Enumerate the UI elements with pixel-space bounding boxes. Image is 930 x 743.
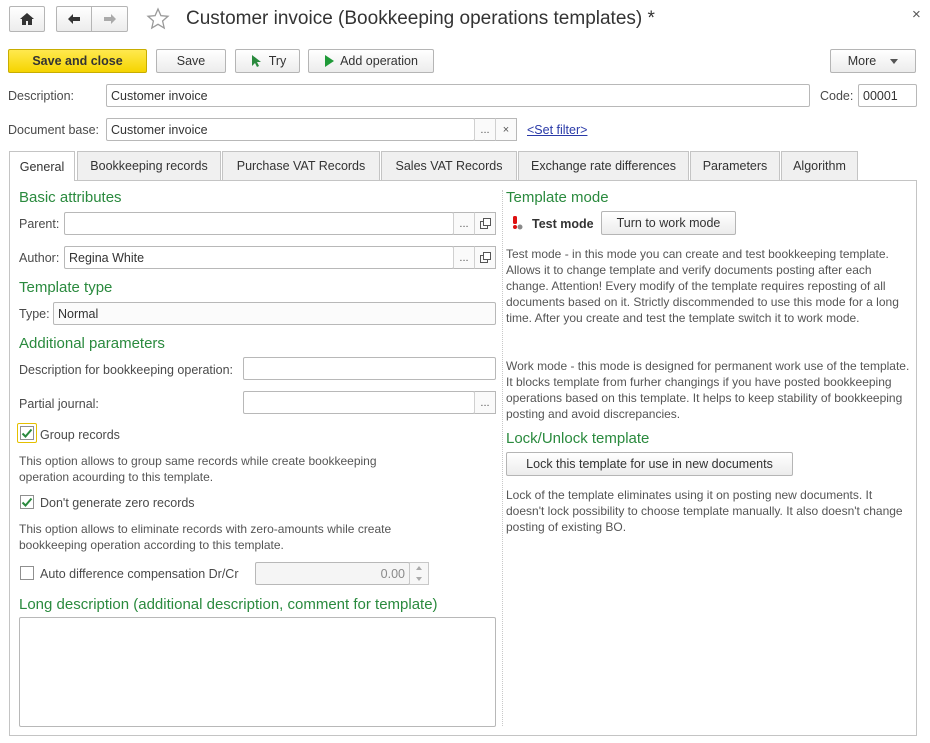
template-mode-status: Test mode bbox=[532, 217, 594, 231]
tab-bookkeeping-records[interactable]: Bookkeeping records bbox=[77, 151, 221, 180]
test-mode-note: Test mode - in this mode you can create … bbox=[506, 247, 899, 325]
parent-label: Parent: bbox=[19, 217, 60, 231]
column-divider bbox=[502, 190, 503, 726]
lock-note: Lock of the template eliminates using it… bbox=[506, 488, 903, 534]
checkmark-icon bbox=[21, 497, 33, 507]
try-run-icon bbox=[251, 55, 261, 67]
lock-template-button[interactable]: Lock this template for use in new docume… bbox=[506, 452, 793, 476]
back-button[interactable] bbox=[56, 6, 92, 32]
type-label: Type: bbox=[19, 307, 50, 321]
long-description-heading: Long description (additional description… bbox=[19, 596, 438, 613]
more-menu-button[interactable]: More bbox=[830, 49, 916, 73]
template-mode-heading: Template mode bbox=[506, 189, 609, 206]
favorite-star-icon[interactable] bbox=[146, 7, 170, 31]
document-base-clear-button[interactable]: × bbox=[495, 118, 517, 141]
play-icon bbox=[325, 55, 335, 67]
parent-open-button[interactable] bbox=[474, 212, 496, 235]
parent-select-button[interactable]: ... bbox=[453, 212, 475, 235]
document-base-label: Document base: bbox=[8, 123, 100, 137]
author-input[interactable]: Regina White bbox=[64, 246, 454, 269]
no-zero-records-checkbox[interactable] bbox=[20, 495, 34, 509]
try-label: Try bbox=[268, 54, 287, 68]
author-label: Author: bbox=[19, 251, 60, 265]
document-base-input[interactable]: Customer invoice bbox=[106, 118, 475, 141]
spin-down-icon bbox=[416, 576, 422, 581]
turn-to-work-mode-button[interactable]: Turn to work mode bbox=[601, 211, 736, 235]
close-icon[interactable]: × bbox=[912, 6, 921, 23]
add-operation-label: Add operation bbox=[340, 54, 418, 68]
description-input[interactable]: Customer invoice bbox=[106, 84, 810, 107]
long-description-textarea[interactable] bbox=[19, 617, 496, 727]
arrow-right-icon bbox=[103, 14, 116, 24]
tab-purchase-vat-records[interactable]: Purchase VAT Records bbox=[222, 151, 380, 180]
desc-for-operation-label: Description for bookkeeping operation: bbox=[19, 363, 234, 377]
code-input[interactable]: 00001 bbox=[858, 84, 917, 107]
parent-input[interactable] bbox=[64, 212, 454, 235]
tab-general[interactable]: General bbox=[9, 151, 75, 181]
tab-parameters[interactable]: Parameters bbox=[690, 151, 780, 180]
type-input[interactable]: Normal bbox=[53, 302, 496, 325]
home-icon bbox=[20, 13, 34, 25]
author-open-button[interactable] bbox=[474, 246, 496, 269]
group-records-label: Group records bbox=[40, 428, 120, 442]
tab-algorithm[interactable]: Algorithm bbox=[781, 151, 858, 180]
tab-exchange-rate-differences[interactable]: Exchange rate differences bbox=[518, 151, 689, 180]
auto-diff-amount-input[interactable]: 0.00 bbox=[255, 562, 410, 585]
description-label: Description: bbox=[8, 89, 74, 103]
no-zero-records-note: This option allows to eliminate records … bbox=[19, 522, 392, 552]
open-window-icon bbox=[479, 218, 491, 229]
group-records-checkbox[interactable] bbox=[20, 426, 34, 440]
home-button[interactable] bbox=[9, 6, 45, 32]
tab-sales-vat-records[interactable]: Sales VAT Records bbox=[381, 151, 517, 180]
save-button[interactable]: Save bbox=[156, 49, 226, 73]
checkmark-icon bbox=[21, 428, 33, 438]
desc-for-operation-input[interactable] bbox=[243, 357, 496, 380]
auto-diff-checkbox[interactable] bbox=[20, 566, 34, 580]
group-records-note: This option allows to group same records… bbox=[19, 454, 377, 484]
clear-icon: × bbox=[502, 123, 510, 136]
partial-journal-select-button[interactable]: ... bbox=[474, 391, 496, 414]
document-base-select-button[interactable]: ... bbox=[474, 118, 496, 141]
template-type-heading: Template type bbox=[19, 279, 113, 296]
try-button[interactable]: Try bbox=[235, 49, 300, 73]
save-and-close-button[interactable]: Save and close bbox=[8, 49, 147, 73]
lock-unlock-heading: Lock/Unlock template bbox=[506, 430, 650, 447]
work-mode-note: Work mode - this mode is designed for pe… bbox=[506, 359, 910, 421]
add-operation-button[interactable]: Add operation bbox=[308, 49, 434, 73]
forward-button[interactable] bbox=[91, 6, 128, 32]
partial-journal-label: Partial journal: bbox=[19, 397, 99, 411]
additional-parameters-heading: Additional parameters bbox=[19, 335, 165, 352]
caret-down-icon bbox=[890, 58, 899, 64]
more-label: More bbox=[847, 54, 877, 68]
arrow-left-icon bbox=[68, 14, 80, 24]
spin-up-icon bbox=[416, 566, 422, 571]
code-label: Code: bbox=[820, 89, 854, 103]
set-filter-link[interactable]: <Set filter> bbox=[527, 123, 587, 137]
auto-diff-label: Auto difference compensation Dr/Cr bbox=[40, 567, 239, 581]
window-title: Customer invoice (Bookkeeping operations… bbox=[186, 8, 655, 29]
no-zero-records-label: Don't generate zero records bbox=[40, 496, 195, 510]
author-select-button[interactable]: ... bbox=[453, 246, 475, 269]
basic-attributes-heading: Basic attributes bbox=[19, 189, 122, 206]
partial-journal-input[interactable] bbox=[243, 391, 475, 414]
auto-diff-spinner[interactable] bbox=[409, 562, 429, 585]
test-mode-icon bbox=[507, 214, 525, 232]
open-window-icon bbox=[479, 252, 491, 263]
